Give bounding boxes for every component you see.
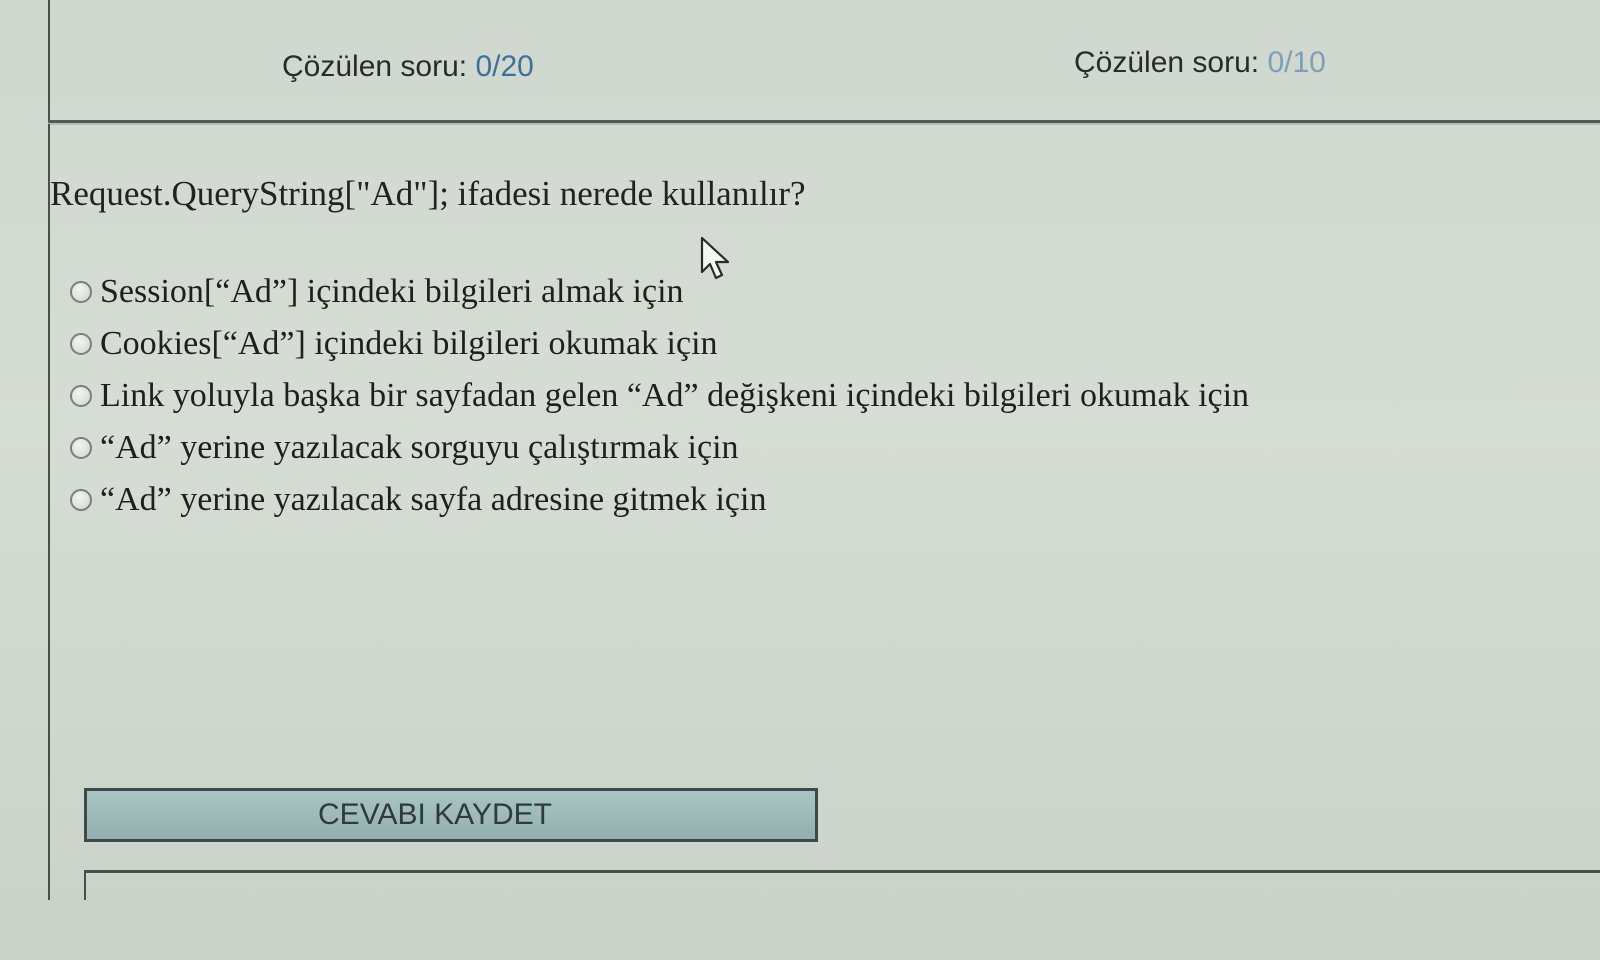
answer-option-label: “Ad” yerine yazılacak sorguyu çalıştırma… [100, 429, 739, 466]
solved-label: Çözülen soru: [282, 50, 476, 83]
answer-option-label: Session[“Ad”] içindeki bilgileri almak i… [100, 273, 684, 310]
radio-button-icon[interactable] [70, 489, 92, 511]
panel-bottom-border [84, 870, 1600, 900]
solved-questions-counter-secondary: Çözülen soru: 0/10 [1074, 46, 1326, 80]
answer-option-label: Link yoluyla başka bir sayfadan gelen “A… [100, 377, 1250, 414]
solved-count: 0/10 [1267, 46, 1326, 79]
header-divider [48, 120, 1600, 123]
answer-option-5[interactable]: “Ad” yerine yazılacak sayfa adresine git… [70, 474, 1590, 526]
solved-count: 0/20 [475, 50, 534, 83]
question-text: Request.QueryString["Ad"]; ifadesi nered… [50, 174, 806, 213]
answer-options: Session[“Ad”] içindeki bilgileri almak i… [70, 266, 1590, 526]
solved-questions-counter-primary: Çözülen soru: 0/20 [282, 50, 534, 84]
answer-option-label: Cookies[“Ad”] içindeki bilgileri okumak … [100, 325, 718, 362]
answer-option-4[interactable]: “Ad” yerine yazılacak sorguyu çalıştırma… [70, 422, 1590, 474]
save-answer-label: CEVABI KAYDET [318, 798, 552, 831]
answer-option-label: “Ad” yerine yazılacak sayfa adresine git… [100, 481, 767, 518]
answer-option-1[interactable]: Session[“Ad”] içindeki bilgileri almak i… [70, 266, 1590, 318]
radio-button-icon[interactable] [70, 333, 92, 355]
radio-button-icon[interactable] [70, 281, 92, 303]
answer-option-2[interactable]: Cookies[“Ad”] içindeki bilgileri okumak … [70, 318, 1590, 370]
mouse-pointer-icon [700, 236, 730, 280]
radio-button-icon[interactable] [70, 437, 92, 459]
save-answer-container: CEVABI KAYDET [84, 788, 818, 842]
solved-label: Çözülen soru: [1074, 46, 1268, 79]
question-panel: Request.QueryString["Ad"]; ifadesi nered… [48, 124, 1600, 890]
answer-option-3[interactable]: Link yoluyla başka bir sayfadan gelen “A… [70, 370, 1590, 422]
save-answer-button[interactable]: CEVABI KAYDET [87, 791, 815, 839]
progress-header: Çözülen soru: 0/20 Çözülen soru: 0/10 [48, 0, 1600, 122]
radio-button-icon[interactable] [70, 385, 92, 407]
